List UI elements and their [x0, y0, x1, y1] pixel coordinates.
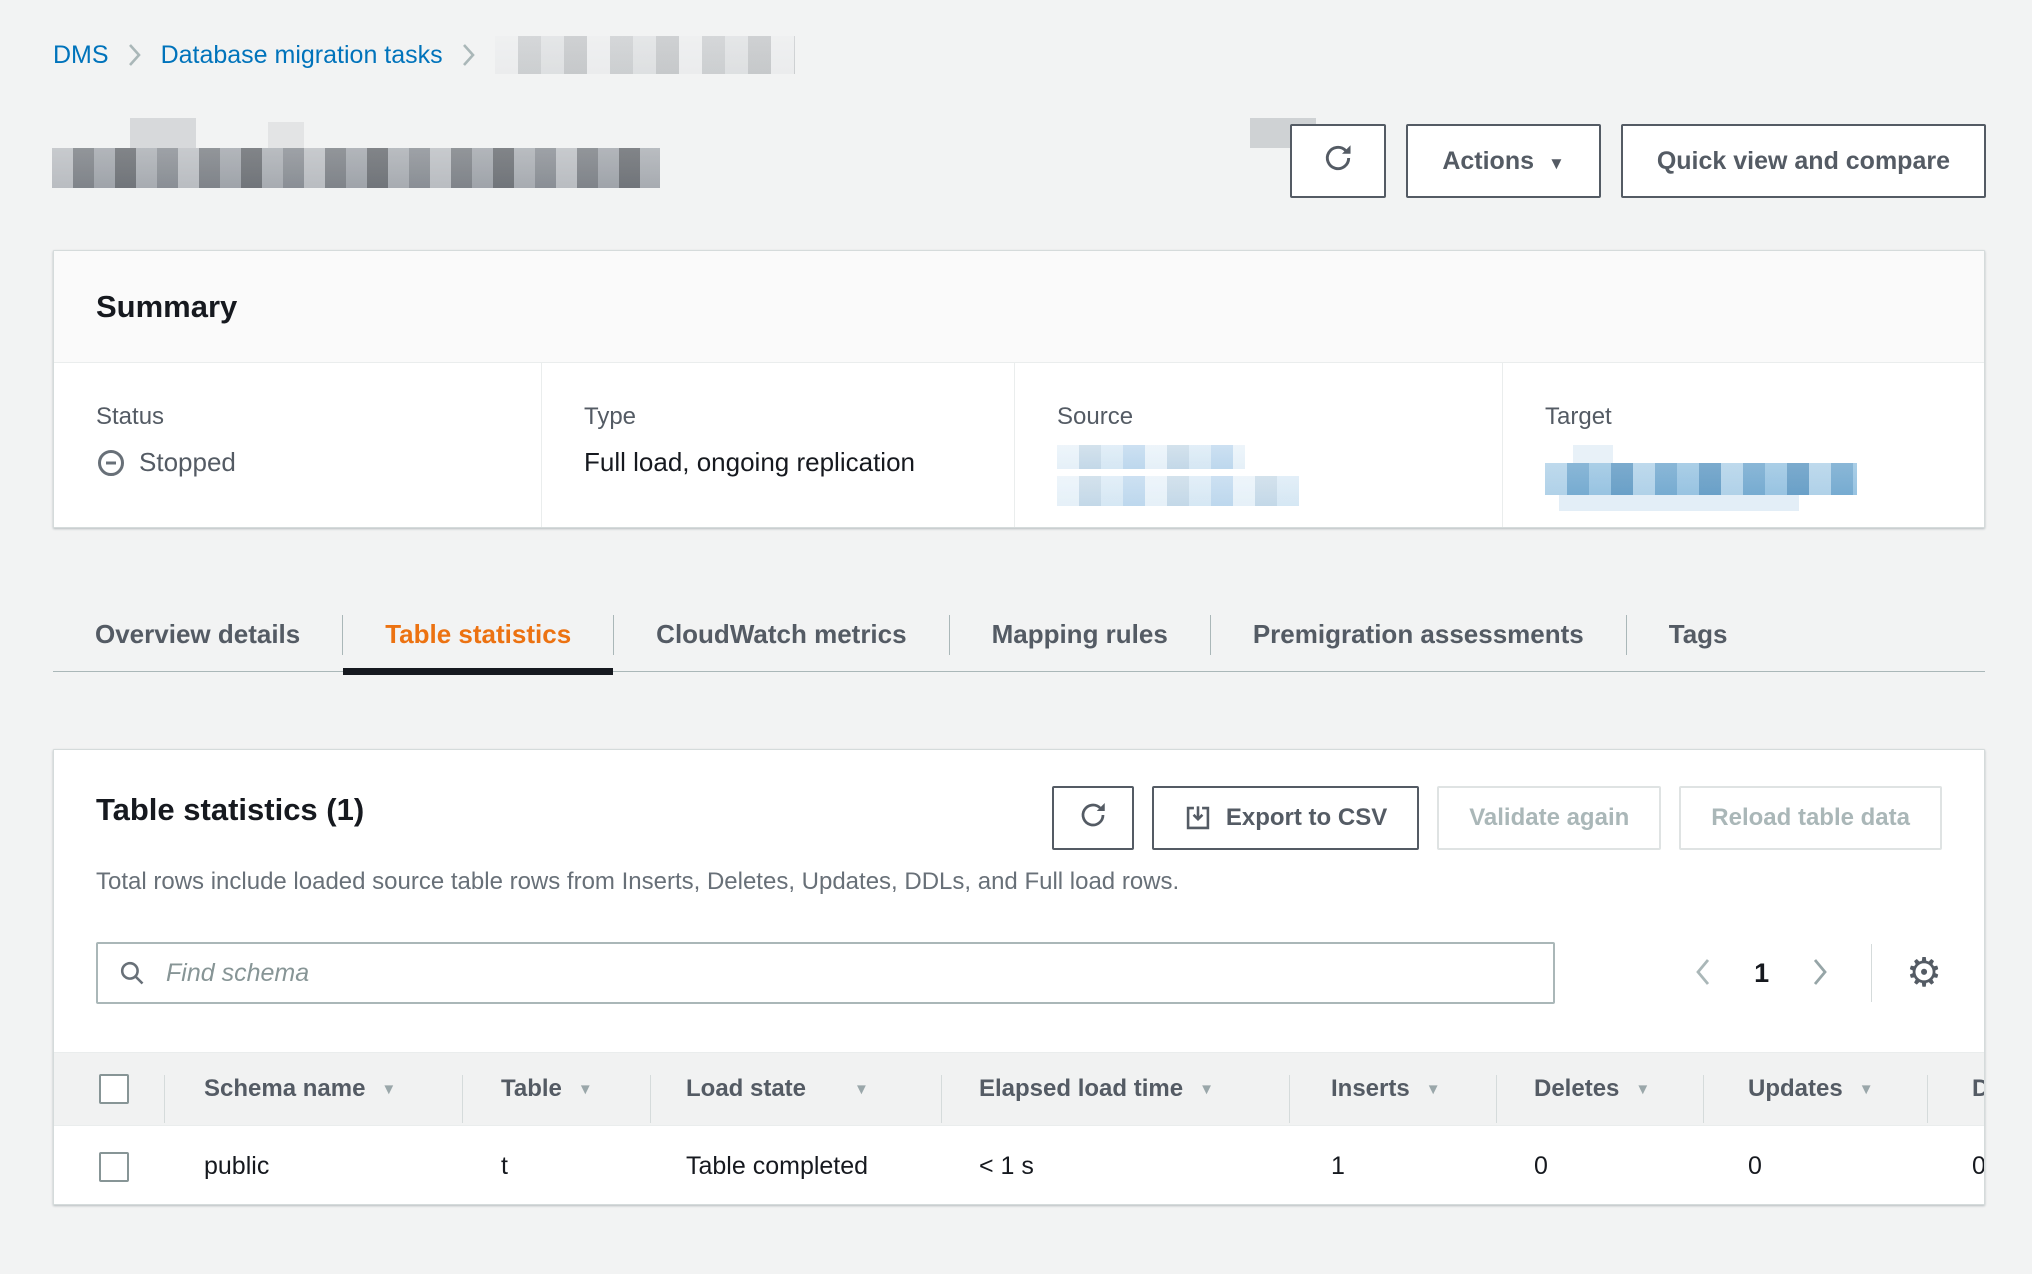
cell-updates: 0 — [1703, 1152, 1927, 1181]
column-header-schema-name[interactable]: Schema name▼ — [164, 1075, 462, 1103]
summary-field-status: Status Stopped — [54, 363, 541, 527]
export-to-csv-button[interactable]: Export to CSV — [1152, 786, 1419, 850]
row-checkbox[interactable] — [99, 1152, 129, 1182]
tab-cloudwatch-metrics[interactable]: CloudWatch metrics — [614, 598, 948, 671]
tab-overview-details[interactable]: Overview details — [53, 598, 342, 671]
sort-icon: ▼ — [381, 1081, 396, 1098]
tab-table-statistics[interactable]: Table statistics — [343, 598, 613, 671]
find-schema-input[interactable] — [96, 942, 1555, 1004]
breadcrumb-link-migration-tasks[interactable]: Database migration tasks — [161, 41, 443, 70]
table-statistics-panel: Table statistics (1) Export to CSV Valid… — [53, 749, 1985, 1205]
chevron-right-icon — [1809, 955, 1831, 992]
table-toolbar: 1 ⚙ — [54, 942, 1984, 1004]
target-label: Target — [1545, 403, 1984, 431]
target-value-redacted[interactable] — [1545, 445, 1984, 509]
column-header-updates[interactable]: Updates▼ — [1703, 1075, 1927, 1103]
actions-button[interactable]: Actions ▼ — [1406, 124, 1601, 198]
breadcrumb-task-name-redacted — [495, 36, 795, 74]
table-statistics-title: Table statistics (1) — [96, 786, 364, 828]
select-all-checkbox[interactable] — [99, 1074, 129, 1104]
table-statistics-actions: Export to CSV Validate again Reload tabl… — [1052, 786, 1942, 850]
cell-schema-name: public — [164, 1152, 462, 1181]
schema-search — [96, 942, 1555, 1004]
table-refresh-button[interactable] — [1052, 786, 1134, 850]
summary-field-target: Target — [1502, 363, 1984, 527]
cell-load-state: Table completed — [650, 1152, 941, 1181]
tab-premigration-assessments[interactable]: Premigration assessments — [1211, 598, 1626, 671]
column-header-inserts[interactable]: Inserts▼ — [1289, 1075, 1496, 1103]
source-value-redacted[interactable] — [1057, 445, 1502, 511]
cell-deletes: 0 — [1496, 1152, 1703, 1181]
toolbar-divider — [1871, 944, 1872, 1002]
previous-page-button[interactable] — [1686, 949, 1720, 998]
next-page-button[interactable] — [1803, 949, 1837, 998]
caret-down-icon: ▼ — [1548, 155, 1565, 172]
table-row[interactable]: public t Table completed < 1 s 1 0 0 0 — [54, 1126, 1984, 1205]
chevron-right-icon — [127, 42, 143, 68]
type-value: Full load, ongoing replication — [584, 447, 1014, 478]
preferences-gear-button[interactable]: ⚙ — [1906, 953, 1942, 993]
status-value: Stopped — [96, 447, 541, 478]
table-statistics-table: Schema name▼ Table▼ Load state▼ Elapsed … — [54, 1052, 1984, 1205]
summary-body: Status Stopped Type Full load, ongoing r… — [54, 363, 1984, 527]
breadcrumb: DMS Database migration tasks — [53, 36, 795, 74]
sort-icon: ▼ — [854, 1081, 869, 1098]
reload-table-data-button[interactable]: Reload table data — [1679, 786, 1942, 850]
type-label: Type — [584, 403, 1014, 431]
column-header-table[interactable]: Table▼ — [462, 1075, 650, 1103]
refresh-button[interactable] — [1290, 124, 1386, 198]
chevron-left-icon — [1692, 955, 1714, 992]
cell-inserts: 1 — [1289, 1152, 1496, 1181]
column-header-ddls[interactable]: DDLs — [1927, 1075, 1984, 1103]
summary-panel: Summary Status Stopped Type Full load, o… — [53, 250, 1985, 528]
tab-strip: Overview details Table statistics CloudW… — [53, 598, 1985, 672]
cell-elapsed-load-time: < 1 s — [941, 1152, 1289, 1181]
source-label: Source — [1057, 403, 1502, 431]
column-header-deletes[interactable]: Deletes▼ — [1496, 1075, 1703, 1103]
stopped-circle-minus-icon — [96, 448, 126, 478]
refresh-icon — [1078, 800, 1108, 837]
page-header-actions: Actions ▼ Quick view and compare — [1290, 124, 1986, 198]
sort-icon: ▼ — [1426, 1081, 1441, 1098]
tab-tags[interactable]: Tags — [1627, 598, 1770, 671]
cell-ddls: 0 — [1927, 1152, 1984, 1181]
breadcrumb-link-dms[interactable]: DMS — [53, 41, 109, 70]
table-statistics-description: Total rows include loaded source table r… — [96, 868, 1942, 896]
sort-icon: ▼ — [1635, 1081, 1650, 1098]
summary-title: Summary — [96, 289, 237, 325]
sort-icon: ▼ — [578, 1081, 593, 1098]
tab-mapping-rules[interactable]: Mapping rules — [950, 598, 1210, 671]
download-icon — [1184, 804, 1212, 832]
column-header-load-state[interactable]: Load state▼ — [650, 1075, 941, 1103]
refresh-icon — [1322, 142, 1354, 181]
chevron-right-icon — [461, 42, 477, 68]
column-header-elapsed-load-time[interactable]: Elapsed load time▼ — [941, 1075, 1289, 1103]
table-header-row: Schema name▼ Table▼ Load state▼ Elapsed … — [54, 1052, 1984, 1126]
summary-field-type: Type Full load, ongoing replication — [541, 363, 1014, 527]
current-page-number: 1 — [1744, 958, 1779, 989]
status-label: Status — [96, 403, 541, 431]
validate-again-button[interactable]: Validate again — [1437, 786, 1661, 850]
quick-view-and-compare-button[interactable]: Quick view and compare — [1621, 124, 1986, 198]
summary-panel-header: Summary — [54, 251, 1984, 363]
sort-icon: ▼ — [1859, 1081, 1874, 1098]
summary-field-source: Source — [1014, 363, 1502, 527]
gear-icon: ⚙ — [1906, 951, 1942, 995]
sort-icon: ▼ — [1199, 1081, 1214, 1098]
cell-table: t — [462, 1152, 650, 1181]
